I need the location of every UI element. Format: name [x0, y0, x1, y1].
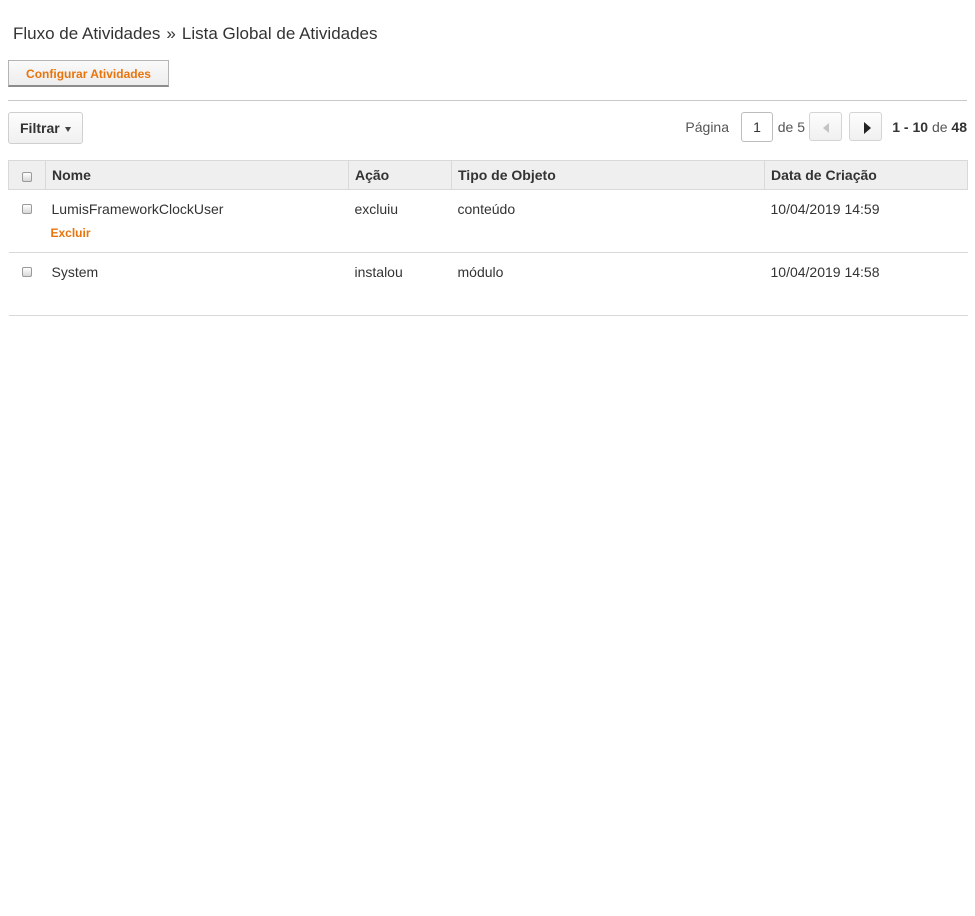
range-of: de	[931, 119, 948, 135]
column-header-acao[interactable]: Ação	[348, 160, 452, 190]
caret-down-icon	[65, 127, 71, 132]
cell-acao: excluiu	[348, 189, 452, 253]
delete-link[interactable]: Excluir	[51, 226, 343, 240]
cell-nome: System	[45, 252, 349, 316]
filter-button[interactable]: Filtrar	[8, 112, 83, 144]
cell-data-criacao: 10/04/2019 14:58	[764, 252, 968, 316]
column-header-tipo-objeto[interactable]: Tipo de Objeto	[451, 160, 765, 190]
previous-page-button[interactable]	[809, 112, 842, 141]
configure-activities-button[interactable]: Configurar Atividades	[8, 60, 169, 87]
cell-nome: LumisFrameworkClockUser Excluir	[45, 189, 349, 253]
table-row[interactable]: LumisFrameworkClockUser Excluir excluiu …	[8, 189, 968, 253]
range-end: 10	[912, 119, 929, 135]
breadcrumb-parent[interactable]: Fluxo de Atividades	[13, 24, 160, 43]
page: Fluxo de Atividades » Lista Global de Ativ…	[0, 0, 975, 916]
column-header-data-criacao[interactable]: Data de Criação	[764, 160, 968, 190]
page-label: Página	[685, 119, 729, 135]
cell-acao: instalou	[348, 252, 452, 316]
row-checkbox[interactable]	[22, 204, 32, 214]
range-dash: -	[903, 119, 909, 135]
breadcrumb-current: Lista Global de Atividades	[181, 24, 378, 43]
column-header-nome[interactable]: Nome	[45, 160, 349, 190]
divider	[8, 100, 967, 101]
arrow-left-icon	[823, 123, 829, 133]
cell-nome-text: LumisFrameworkClockUser	[51, 201, 224, 217]
activities-table: Nome Ação Tipo de Objeto Data de Criação…	[8, 160, 968, 316]
cell-tipo-objeto: conteúdo	[451, 189, 765, 253]
results-range: 1 - 10 de 48	[892, 119, 967, 135]
filter-label: Filtrar	[20, 120, 60, 136]
pagination: Página de 5 1 - 10 de 48	[667, 112, 967, 142]
page-number-input[interactable]	[741, 112, 773, 142]
arrow-right-icon	[864, 122, 871, 134]
cell-tipo-objeto: módulo	[451, 252, 765, 316]
page-count-label: de 5	[777, 119, 805, 135]
row-select-cell	[8, 252, 46, 316]
range-start: 1	[892, 119, 901, 135]
results-total: 48	[951, 119, 967, 135]
breadcrumb: Fluxo de Atividades » Lista Global de Ativ…	[13, 24, 378, 44]
table-header-row: Nome Ação Tipo de Objeto Data de Criação	[8, 160, 968, 190]
row-select-cell	[8, 189, 46, 253]
select-all-header	[8, 160, 46, 190]
next-page-button[interactable]	[849, 112, 882, 141]
select-all-checkbox[interactable]	[22, 172, 32, 182]
cell-data-criacao: 10/04/2019 14:59	[764, 189, 968, 253]
breadcrumb-separator: »	[166, 24, 176, 43]
row-checkbox[interactable]	[22, 267, 32, 277]
table-row[interactable]: System instalou módulo 10/04/2019 14:58	[8, 252, 968, 316]
